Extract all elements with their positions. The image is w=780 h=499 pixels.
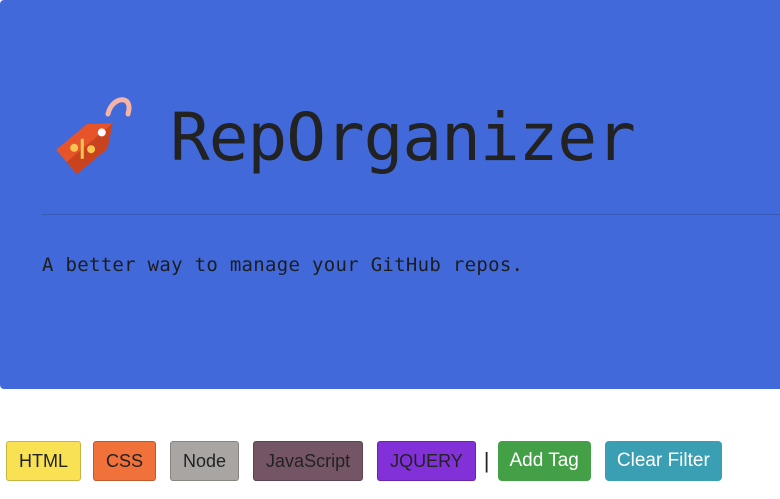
hero-header: RepOrganizer	[42, 92, 636, 184]
clear-filter-button[interactable]: Clear Filter	[604, 441, 722, 481]
tag-jquery[interactable]: JQUERY	[377, 441, 476, 481]
tag-node[interactable]: Node	[170, 441, 240, 481]
tag-html[interactable]: HTML	[6, 441, 81, 481]
tag-separator: |	[483, 448, 490, 473]
app-title: RepOrganizer	[170, 99, 636, 176]
app-tagline: A better way to manage your GitHub repos…	[42, 254, 524, 276]
tag-filter-bar: HTML CSS Node JavaScript JQUERY | Add Ta…	[6, 441, 722, 481]
price-tag-icon	[56, 97, 132, 175]
tag-css[interactable]: CSS	[93, 441, 157, 481]
hero-divider	[42, 214, 780, 215]
add-tag-button[interactable]: Add Tag	[497, 441, 591, 481]
hero-banner: RepOrganizer A better way to manage your…	[0, 0, 780, 389]
tag-javascript[interactable]: JavaScript	[253, 441, 364, 481]
